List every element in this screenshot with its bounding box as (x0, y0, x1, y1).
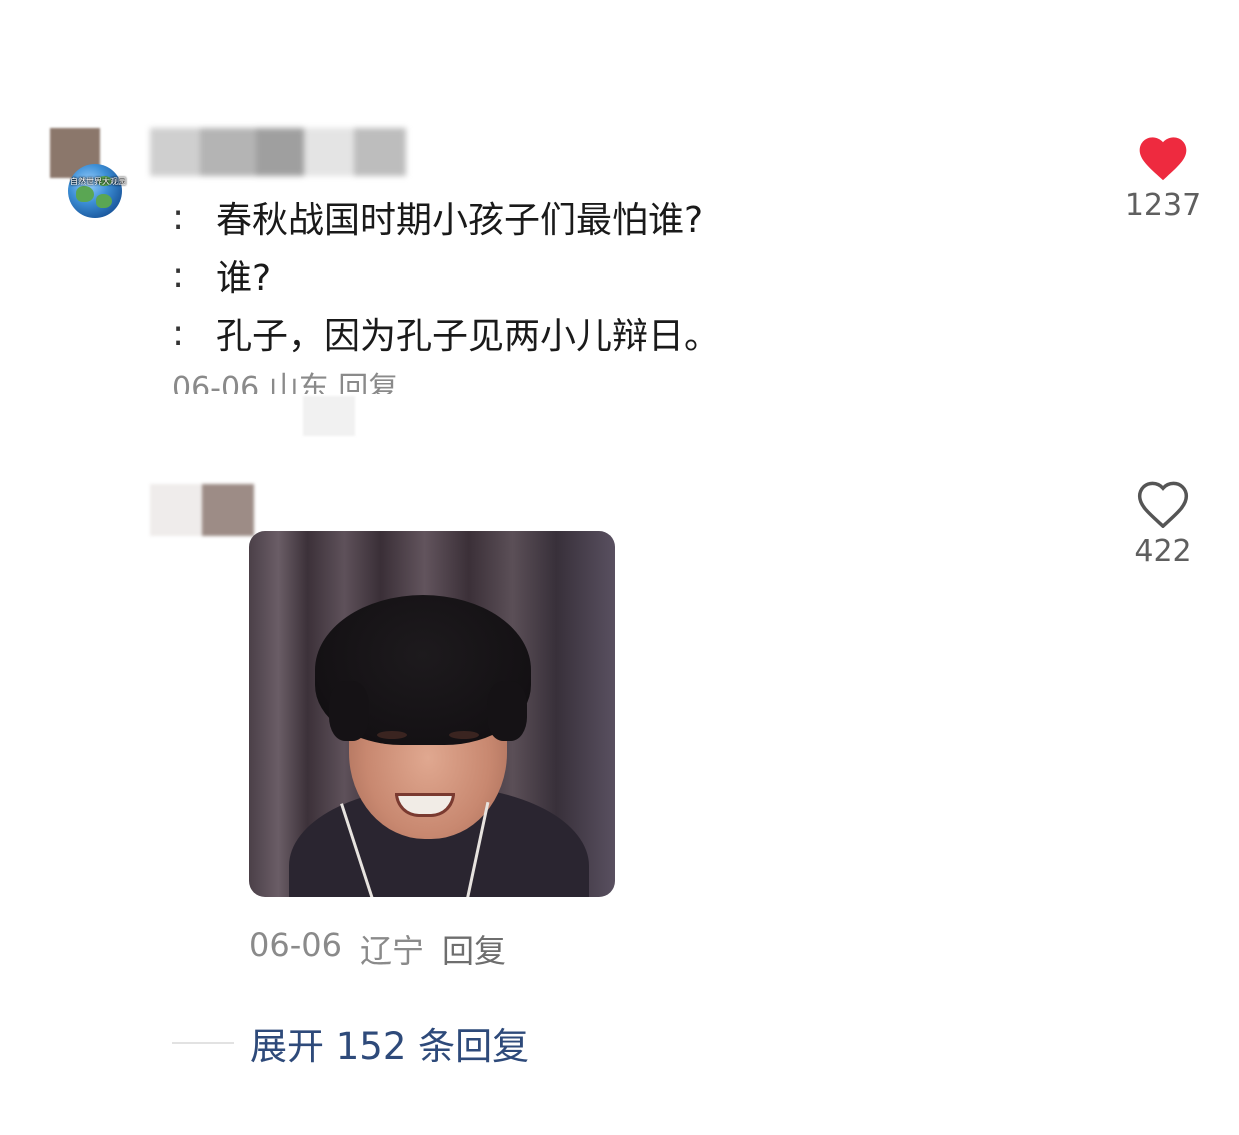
avatar[interactable]: 自然世界大观园 (50, 128, 150, 228)
reply-date: 06-06 (249, 926, 342, 964)
like-button[interactable]: 1237 (1118, 130, 1208, 223)
avatar-tag-text: 自然世界大观园 (70, 177, 126, 186)
comment-section: 自然世界大观园 : 春秋战国时期小孩子们最怕谁? : 谁? : 孔子，因为孔子见… (0, 0, 1239, 1135)
reply-image[interactable] (249, 531, 615, 897)
expand-replies-button[interactable]: 展开 152 条回复 (172, 1016, 529, 1070)
like-count: 1237 (1124, 188, 1202, 223)
globe-avatar-image: 自然世界大观园 (54, 158, 142, 238)
reply-meta: 06-06 辽宁 回复 (249, 926, 506, 972)
reply-like-count: 422 (1134, 534, 1192, 569)
comment-meta-cropped: 06-06 山东 回复 (172, 372, 399, 395)
blur-patch (303, 396, 355, 436)
reply-button[interactable]: 回复 (442, 926, 506, 972)
comment-line: : 春秋战国时期小孩子们最怕谁? (172, 196, 704, 242)
reply-avatar-blurred[interactable] (150, 484, 254, 536)
reply-like-button[interactable]: 422 (1118, 476, 1208, 569)
comment-line: : 孔子，因为孔子见两小儿辩日。 (172, 312, 721, 358)
heart-outline-icon (1137, 481, 1189, 528)
comment-line: : 谁? (172, 254, 272, 300)
globe-icon (68, 164, 122, 218)
divider-line (172, 1042, 234, 1044)
username-blurred[interactable] (150, 128, 406, 176)
reply-location: 辽宁 (359, 932, 424, 970)
heart-filled-icon (1139, 137, 1187, 181)
comment-text: : 春秋战国时期小孩子们最怕谁? : 谁? : 孔子，因为孔子见两小儿辩日。 (172, 188, 720, 362)
expand-replies-label: 展开 152 条回复 (250, 1025, 530, 1068)
